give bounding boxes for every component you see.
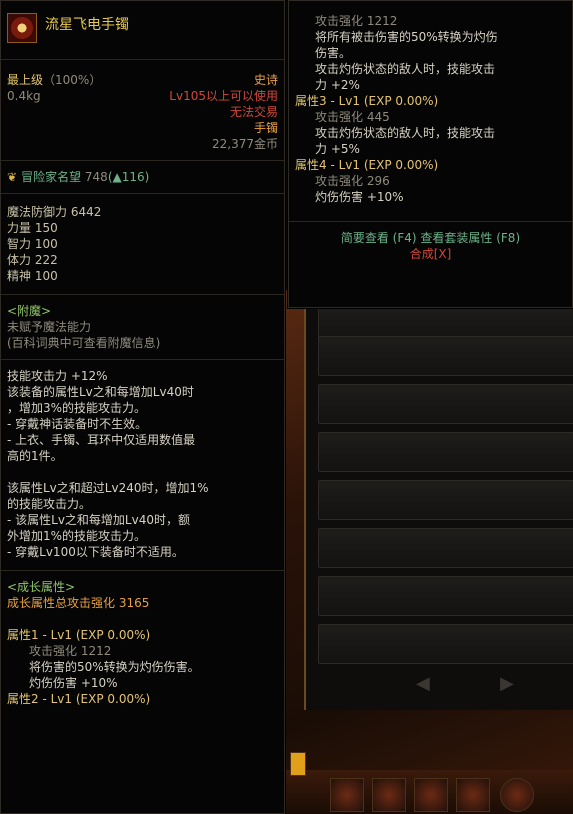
growth-attr-line: 攻击强化 1212 (315, 14, 398, 28)
growth-attr-line: 灼伤伤害 +10% (315, 190, 404, 204)
growth-attr-line: 力 +2% (315, 78, 360, 92)
item-trade: 无法交易 (229, 105, 278, 119)
growth-attr-line: 将所有被击伤害的50%转换为灼伤 (315, 30, 498, 44)
stat-row: 精神 100 (7, 269, 58, 283)
hotbar-icon[interactable] (330, 778, 364, 812)
stats-section: 魔法防御力 6442 力量 150 智力 100 体力 222 精神 100 (1, 194, 284, 294)
fame-label: 冒险家名望 (21, 170, 82, 184)
list-slot[interactable] (318, 336, 573, 376)
hotbar-icon[interactable] (372, 778, 406, 812)
skill-line: 技能攻击力 +12% (7, 369, 108, 383)
growth-continued: 攻击强化 1212 将所有被击伤害的50%转换为灼伤 伤害。 攻击灼伤状态的敌人… (289, 1, 572, 209)
growth-total: 成长属性总攻击强化 3165 (7, 596, 150, 610)
skill-line: - 上衣、手镯、耳环中仅适用数值最 (7, 433, 196, 447)
item-grade: 最上级 (7, 73, 44, 87)
enchant-section: <附魔> 未赋予魔法能力 (百科词典中可查看附魔信息) (1, 295, 284, 359)
hotbar-icon[interactable] (290, 752, 306, 776)
growth-attr-line: 力 +5% (315, 142, 360, 156)
growth-attr2-title: 属性2 - Lv1 (EXP 0.00%) (7, 692, 151, 706)
growth-attr-line: 攻击灼伤状态的敌人时，技能攻击 (315, 126, 496, 140)
item-tooltip-continued: 攻击强化 1212 将所有被击伤害的50%转换为灼伤 伤害。 攻击灼伤状态的敌人… (288, 0, 573, 308)
item-price: 22,377金币 (212, 137, 278, 151)
growth-attr-line: 攻击灼伤状态的敌人时，技能攻击 (315, 62, 496, 76)
fame-delta: (▲116) (107, 170, 150, 184)
list-slot[interactable] (318, 384, 573, 424)
fame-icon: ❦ (7, 170, 18, 184)
tooltip-header: 流星飞电手镯 (1, 1, 284, 59)
skill-description: 技能攻击力 +12% 该装备的属性Lv之和每增加Lv40时 ，增加3%的技能攻击… (1, 360, 284, 564)
growth-attr-line: 攻击强化 296 (315, 174, 390, 188)
list-slot[interactable] (318, 528, 573, 568)
stat-row: 智力 100 (7, 237, 58, 251)
item-slot: 手镯 (253, 121, 278, 135)
item-level-req: Lv105以上可以使用 (169, 89, 278, 103)
item-weight: 0.4kg (7, 89, 41, 103)
skill-line: - 穿戴Lv100以下装备时不适用。 (7, 545, 184, 559)
growth-attr-line: 伤害。 (315, 46, 352, 60)
skill-line: - 该属性Lv之和每增加Lv40时，额 (7, 513, 190, 527)
hotbar-icon[interactable] (414, 778, 448, 812)
list-slot[interactable] (318, 624, 573, 664)
fame-value: 748 (84, 170, 108, 184)
prev-page-icon[interactable]: ◀ (416, 675, 430, 693)
item-name: 流星飞电手镯 (45, 17, 129, 33)
bracelet-icon (7, 13, 37, 43)
item-grade-pct: （100%） (43, 73, 102, 87)
growth-attr-line: 灼伤伤害 +10% (29, 676, 118, 690)
list-slot[interactable] (318, 432, 573, 472)
stat-row: 力量 150 (7, 221, 58, 235)
compose-button[interactable]: 合成[X] (289, 246, 572, 262)
set-attributes-button[interactable]: 查看套装属性 (F8) (420, 231, 520, 245)
growth-attr-line: 攻击强化 1212 (29, 644, 112, 658)
enchant-hint: (百科词典中可查看附魔信息) (7, 336, 161, 350)
item-tooltip: 流星飞电手镯 最上级（100%） 史诗 0.4kg Lv105以上可以使用 无法… (0, 0, 285, 814)
item-basic-info: 最上级（100%） 史诗 0.4kg Lv105以上可以使用 无法交易 手镯 2… (1, 60, 284, 156)
background-item-list: ◀ ▶ (304, 300, 573, 710)
next-page-icon[interactable]: ▶ (500, 675, 514, 693)
growth-attr-line: 将伤害的50%转换为灼伤伤害。 (29, 660, 200, 674)
hotbar-icon[interactable] (456, 778, 490, 812)
tooltip-actions: 简要查看 (F4) 查看套装属性 (F8) 合成[X] (289, 222, 572, 262)
skill-line: - 穿戴神话装备时不生效。 (7, 417, 148, 431)
skill-line: ，增加3%的技能攻击力。 (7, 401, 147, 415)
stat-row: 体力 222 (7, 253, 58, 267)
brief-view-button[interactable]: 简要查看 (F4) (341, 231, 417, 245)
hotbar-icon[interactable] (500, 778, 534, 812)
stat-row: 魔法防御力 6442 (7, 205, 102, 219)
list-slot[interactable] (318, 480, 573, 520)
skill-line: 外增加1%的技能攻击力。 (7, 529, 147, 543)
item-rarity: 史诗 (253, 73, 278, 87)
enchant-title: <附魔> (7, 304, 52, 318)
list-slot[interactable] (318, 576, 573, 616)
growth-attr4-title: 属性4 - Lv1 (EXP 0.00%) (295, 158, 439, 172)
skill-line: 该属性Lv之和超过Lv240时，增加1% (7, 481, 209, 495)
skill-line: 该装备的属性Lv之和每增加Lv40时 (7, 385, 194, 399)
growth-section: <成长属性> 成长属性总攻击强化 3165 属性1 - Lv1 (EXP 0.0… (1, 571, 284, 711)
enchant-line: 未赋予魔法能力 (7, 320, 92, 334)
growth-attr1-title: 属性1 - Lv1 (EXP 0.00%) (7, 628, 151, 642)
skill-line: 高的1件。 (7, 449, 63, 463)
growth-attr-line: 攻击强化 445 (315, 110, 390, 124)
fame-row: ❦ 冒险家名望 748(▲116) (1, 161, 284, 193)
growth-attr3-title: 属性3 - Lv1 (EXP 0.00%) (295, 94, 439, 108)
growth-title: <成长属性> (7, 580, 76, 594)
skill-line: 的技能攻击力。 (7, 497, 92, 511)
